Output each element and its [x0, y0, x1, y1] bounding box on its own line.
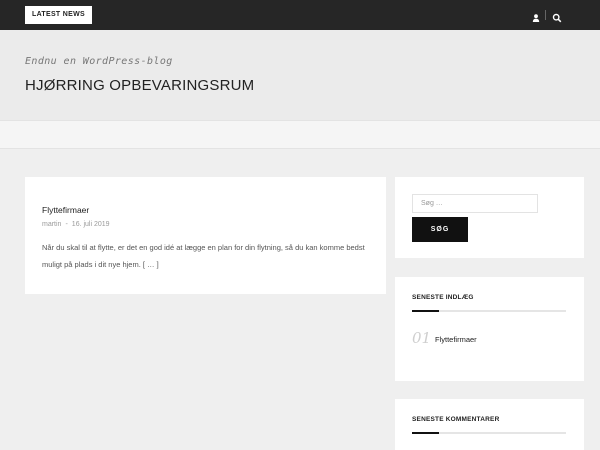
- latest-news-button[interactable]: LATEST NEWS: [25, 6, 92, 24]
- site-tagline: Endnu en WordPress-blog: [25, 56, 173, 67]
- post-card: Flyttefirmaer martin -16. juli 2019 Når d…: [25, 177, 386, 294]
- top-bar: LATEST NEWS: [0, 0, 600, 30]
- recent-comments-title: SENESTE KOMMENTARER: [412, 416, 500, 423]
- recent-post-number: 01: [412, 329, 432, 347]
- title-underline-accent: [412, 432, 439, 434]
- recent-comments-widget: SENESTE KOMMENTARER: [395, 399, 584, 450]
- post-title[interactable]: Flyttefirmaer: [42, 205, 89, 215]
- title-underline: [412, 432, 566, 434]
- recent-posts-widget: SENESTE INDLÆG 01 Flyttefirmaer: [395, 277, 584, 381]
- post-meta: martin -16. juli 2019: [42, 221, 110, 228]
- recent-posts-title: SENESTE INDLÆG: [412, 294, 474, 301]
- recent-post-link[interactable]: Flyttefirmaer: [435, 335, 477, 344]
- site-title[interactable]: HJØRRING OPBEVARINGSRUM: [25, 77, 254, 94]
- search-widget: Søg … SØG: [395, 177, 584, 258]
- site-header: Endnu en WordPress-blog HJØRRING OPBEVAR…: [0, 30, 600, 120]
- search-icon[interactable]: [552, 10, 562, 23]
- topbar-divider: [545, 10, 546, 20]
- user-icon[interactable]: [531, 10, 541, 22]
- post-excerpt: Når du skal til at flytte, er det en god…: [42, 243, 365, 269]
- main-navigation: [0, 120, 600, 149]
- search-input[interactable]: Søg …: [412, 194, 538, 213]
- title-underline-accent: [412, 310, 439, 312]
- title-underline: [412, 310, 566, 312]
- post-author[interactable]: martin: [42, 221, 61, 228]
- meta-separator: -: [65, 221, 68, 228]
- post-date[interactable]: 16. juli 2019: [72, 221, 110, 228]
- search-button[interactable]: SØG: [412, 217, 468, 242]
